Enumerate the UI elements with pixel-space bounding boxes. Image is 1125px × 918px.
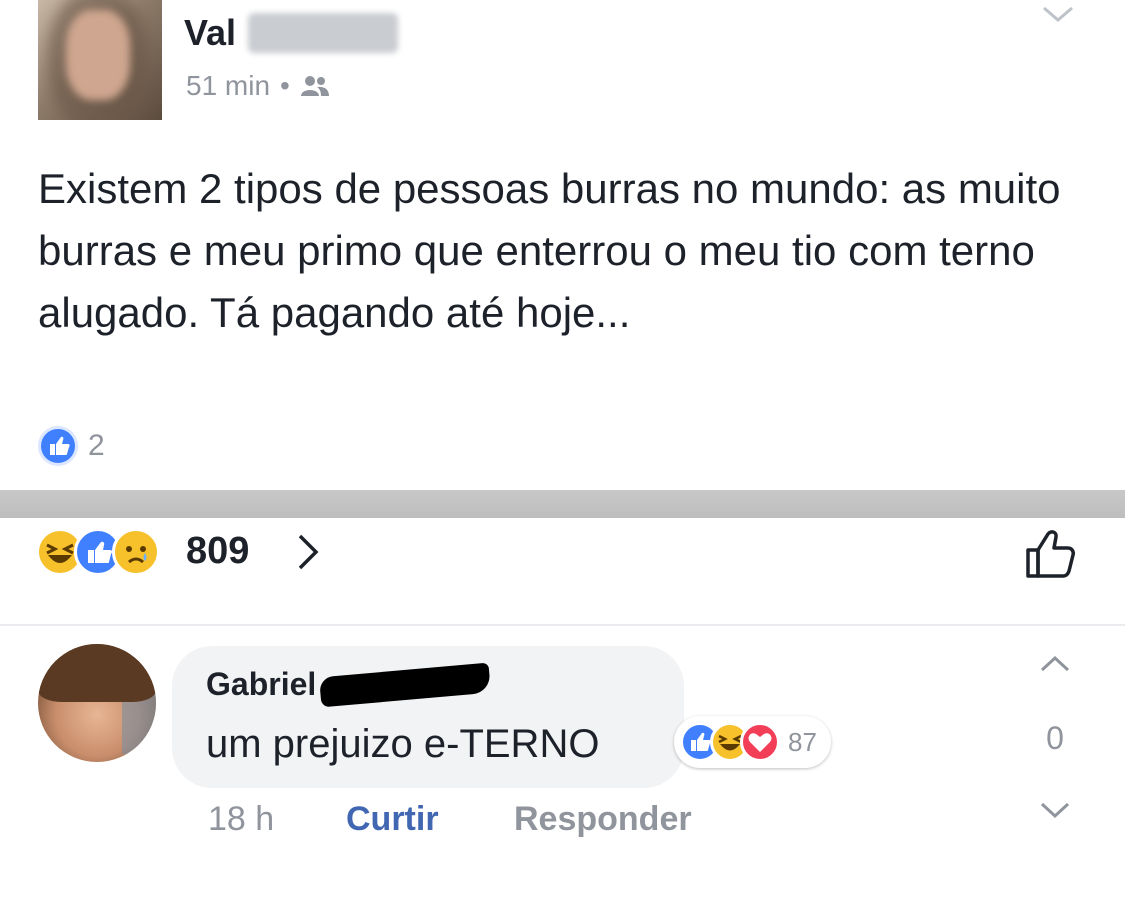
post-reactions-summary[interactable]: 2 — [38, 426, 105, 466]
comment-reply-button[interactable]: Responder — [514, 800, 692, 839]
post-author-avatar[interactable] — [38, 0, 162, 120]
comment-reactions-summary[interactable]: 87 — [674, 716, 831, 768]
post-header: Val — [184, 8, 399, 58]
post-body-text: Existem 2 tipos de pessoas burras no mun… — [38, 165, 1061, 336]
post-time[interactable]: 51 min — [186, 70, 270, 102]
sad-emoji-icon — [112, 528, 160, 576]
comment-author-avatar[interactable] — [38, 644, 156, 762]
comment-time: 18 h — [208, 800, 275, 838]
love-emoji-icon — [740, 722, 780, 762]
friends-icon — [300, 76, 329, 96]
redacted-surname — [248, 13, 399, 53]
post-options-chevron-down-icon[interactable] — [1038, 0, 1078, 30]
post-author-name[interactable]: Val — [184, 12, 236, 54]
section-divider — [0, 490, 1125, 518]
meta-separator: • — [280, 70, 290, 101]
post-card: Val 51 min • Existem 2 tipos de pessoas … — [0, 0, 1125, 490]
comment-text: um prejuizo e-TERNO — [206, 722, 600, 766]
post-meta: 51 min • — [186, 70, 330, 102]
reaction-bar: 809 — [0, 518, 1125, 626]
comment-author-name[interactable]: Gabriel — [206, 666, 316, 703]
downvote-chevron-down-icon[interactable] — [1030, 796, 1080, 826]
comment-vote-count: 0 — [1046, 720, 1064, 756]
post-reaction-count: 2 — [88, 429, 105, 462]
thumbs-up-outline-icon[interactable] — [1020, 522, 1082, 584]
comment-reaction-count: 87 — [788, 726, 817, 757]
reaction-icons[interactable] — [36, 528, 160, 576]
chevron-right-icon[interactable] — [290, 530, 326, 574]
upvote-chevron-up-icon[interactable] — [1030, 648, 1080, 678]
comment-header: Gabriel — [206, 662, 492, 707]
reaction-total-count[interactable]: 809 — [186, 530, 249, 573]
like-emoji-icon — [38, 426, 78, 466]
comment-like-button[interactable]: Curtir — [346, 800, 439, 839]
redacted-surname — [319, 662, 492, 707]
